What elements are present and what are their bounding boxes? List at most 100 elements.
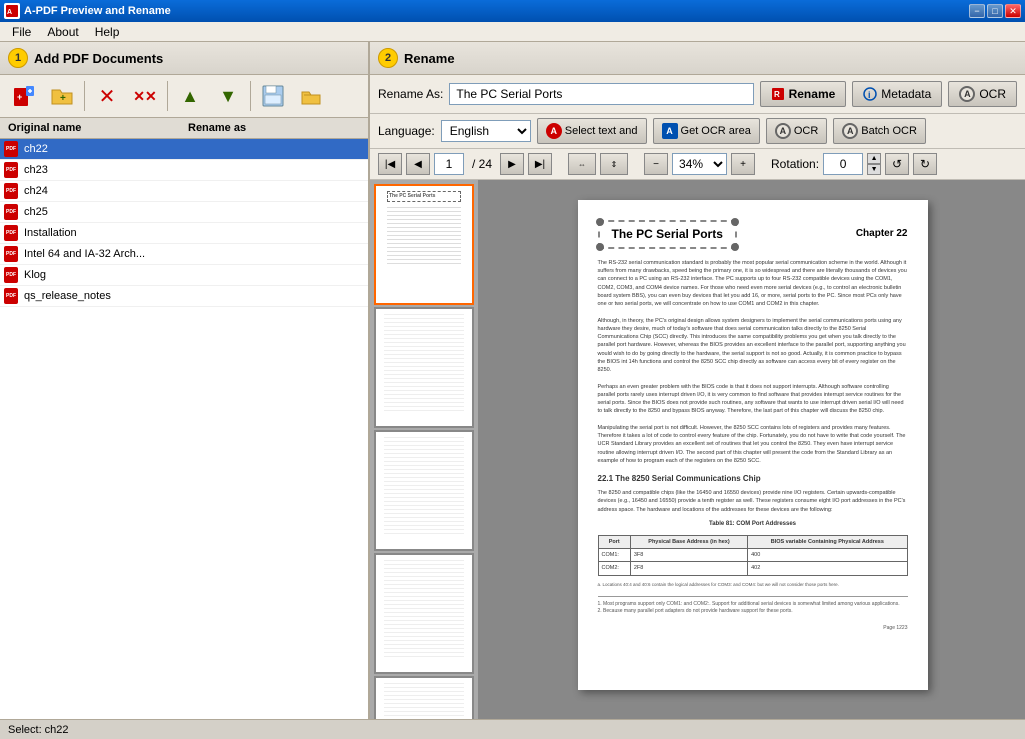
rotate-ccw-button[interactable]: ↺ bbox=[885, 153, 909, 175]
pdf-section-1: 22.1 The 8250 Serial Communications Chip bbox=[598, 473, 908, 485]
pdf-para-2: Although, in theory, the PC's original d… bbox=[598, 317, 908, 375]
remove-button[interactable]: ✕ bbox=[89, 79, 125, 113]
content-area: The PC Serial Ports 1 2 bbox=[370, 180, 1025, 719]
add-folder-button[interactable]: + bbox=[44, 79, 80, 113]
list-item[interactable]: PDF Installation bbox=[0, 223, 368, 244]
thumb-page-1: The PC Serial Ports bbox=[384, 188, 464, 288]
add-file-button[interactable]: + bbox=[6, 79, 42, 113]
save-button[interactable] bbox=[255, 79, 291, 113]
get-ocr-area-button[interactable]: A Get OCR area bbox=[653, 118, 760, 144]
left-panel-header: 1 Add PDF Documents bbox=[0, 42, 368, 75]
thumb-3[interactable]: 3 bbox=[374, 430, 474, 551]
maximize-button[interactable]: □ bbox=[987, 4, 1003, 18]
toolbar-separator-2 bbox=[167, 81, 168, 111]
rotate-cw-button[interactable]: ↻ bbox=[913, 153, 937, 175]
thumb-4[interactable]: 4 bbox=[374, 553, 474, 674]
open-button[interactable] bbox=[293, 79, 329, 113]
pdf-icon: PDF bbox=[4, 267, 20, 283]
col-rename-as: Rename as bbox=[184, 120, 364, 136]
ocr-button[interactable]: A OCR bbox=[766, 118, 827, 144]
rotation-down[interactable]: ▼ bbox=[867, 164, 881, 175]
title-bar-buttons: − □ ✕ bbox=[969, 4, 1021, 18]
language-label: Language: bbox=[378, 124, 435, 138]
ocr-main-button[interactable]: A OCR bbox=[948, 81, 1017, 107]
menu-about[interactable]: About bbox=[39, 23, 86, 41]
prev-page-button[interactable]: ◀ bbox=[406, 153, 430, 175]
panels: 1 Add PDF Documents + + ✕ ✕✕ ▲ ▼ bbox=[0, 42, 1025, 719]
batch-ocr-icon: A bbox=[842, 123, 858, 139]
menu-file[interactable]: File bbox=[4, 23, 39, 41]
menu-help[interactable]: Help bbox=[87, 23, 128, 41]
get-ocr-icon: A bbox=[662, 123, 678, 139]
move-down-button[interactable]: ▼ bbox=[210, 79, 246, 113]
pdf-icon: PDF bbox=[4, 183, 20, 199]
pdf-chapter: Chapter 22 bbox=[856, 227, 908, 241]
thumb-label-3: 3 bbox=[421, 536, 427, 547]
rename-header: 2 Rename bbox=[370, 42, 1025, 75]
rotation-up[interactable]: ▲ bbox=[867, 153, 881, 164]
app-container: 1 Add PDF Documents + + ✕ ✕✕ ▲ ▼ bbox=[0, 42, 1025, 739]
pdf-icon: PDF bbox=[4, 162, 20, 178]
svg-text:+: + bbox=[60, 93, 66, 104]
list-item[interactable]: PDF Klog bbox=[0, 265, 368, 286]
list-item[interactable]: PDF ch24 bbox=[0, 181, 368, 202]
pdf-section-1-para: The 8250 and compatible chips (like the … bbox=[598, 489, 908, 514]
title-bar: A A-PDF Preview and Rename − □ ✕ bbox=[0, 0, 1025, 22]
fit-page-button[interactable]: ⇕ bbox=[600, 153, 628, 175]
fit-width-button[interactable]: ⇔ bbox=[568, 153, 596, 175]
page-number-input[interactable] bbox=[434, 153, 464, 175]
ocr-icon-small: A bbox=[775, 123, 791, 139]
app-icon: A bbox=[4, 3, 20, 19]
thumb-label-1: 1 bbox=[421, 290, 427, 301]
table-header-bios: BIOS variable Containing Physical Addres… bbox=[748, 535, 907, 548]
list-item[interactable]: PDF Intel 64 and IA-32 Arch... bbox=[0, 244, 368, 265]
select-text-ocr-button[interactable]: A Select text and bbox=[537, 118, 647, 144]
list-item[interactable]: PDF qs_release_notes bbox=[0, 286, 368, 307]
pdf-body: The RS-232 serial communication standard… bbox=[598, 259, 908, 589]
rename-as-row: Rename As: R Rename i Metadata A OCR bbox=[370, 75, 1025, 114]
zoom-select[interactable]: 34% 50% 75% 100% bbox=[672, 153, 727, 175]
remove-all-button[interactable]: ✕✕ bbox=[127, 79, 163, 113]
rotation-input[interactable] bbox=[823, 153, 863, 175]
left-panel-num: 1 bbox=[8, 48, 28, 68]
first-page-button[interactable]: |◀ bbox=[378, 153, 402, 175]
language-select[interactable]: English French German Spanish bbox=[441, 120, 531, 142]
list-item[interactable]: PDF ch22 bbox=[0, 139, 368, 160]
list-item[interactable]: PDF ch25 bbox=[0, 202, 368, 223]
thumb-page-3 bbox=[384, 434, 464, 534]
pdf-viewer[interactable]: The PC Serial Ports Chapter 22 The RS-23… bbox=[480, 180, 1025, 719]
zoom-out-button[interactable]: − bbox=[644, 153, 668, 175]
batch-ocr-button[interactable]: A Batch OCR bbox=[833, 118, 926, 144]
minimize-button[interactable]: − bbox=[969, 4, 985, 18]
pdf-footnotes: 1. Most programs support only COM1: and … bbox=[598, 596, 908, 615]
pdf-title-area: The PC Serial Ports Chapter 22 bbox=[598, 220, 908, 249]
move-up-button[interactable]: ▲ bbox=[172, 79, 208, 113]
select-text-icon: A bbox=[546, 123, 562, 139]
pdf-icon: PDF bbox=[4, 141, 20, 157]
table-header-addr: Physical Base Address (in hex) bbox=[630, 535, 747, 548]
pdf-icon: PDF bbox=[4, 225, 20, 241]
list-item[interactable]: PDF ch23 bbox=[0, 160, 368, 181]
pdf-icon: PDF bbox=[4, 288, 20, 304]
pdf-title: The PC Serial Ports bbox=[612, 226, 723, 243]
rotation-label: Rotation: bbox=[771, 157, 819, 171]
svg-text:R: R bbox=[774, 90, 780, 99]
thumb-label-4: 4 bbox=[421, 659, 427, 670]
rename-as-input[interactable] bbox=[449, 83, 753, 105]
rename-as-label: Rename As: bbox=[378, 87, 443, 101]
left-toolbar: + + ✕ ✕✕ ▲ ▼ bbox=[0, 75, 368, 118]
thumb-5[interactable]: 5 bbox=[374, 676, 474, 719]
close-button[interactable]: ✕ bbox=[1005, 4, 1021, 18]
rename-button[interactable]: R Rename bbox=[760, 81, 847, 107]
last-page-button[interactable]: ▶| bbox=[528, 153, 552, 175]
nav-row: |◀ ◀ / 24 ▶ ▶| ⇔ ⇕ − 34% 50% 75% 100% + bbox=[370, 149, 1025, 180]
file-list: PDF ch22 PDF ch23 PDF ch24 PDF ch25 PDF bbox=[0, 139, 368, 719]
svg-text:i: i bbox=[868, 90, 871, 100]
zoom-in-button[interactable]: + bbox=[731, 153, 755, 175]
thumb-1[interactable]: The PC Serial Ports 1 bbox=[374, 184, 474, 305]
status-text: Select: ch22 bbox=[8, 724, 69, 736]
thumb-2[interactable]: 2 bbox=[374, 307, 474, 428]
thumbnail-panel: The PC Serial Ports 1 2 bbox=[370, 180, 480, 719]
metadata-button[interactable]: i Metadata bbox=[852, 81, 942, 107]
next-page-button[interactable]: ▶ bbox=[500, 153, 524, 175]
